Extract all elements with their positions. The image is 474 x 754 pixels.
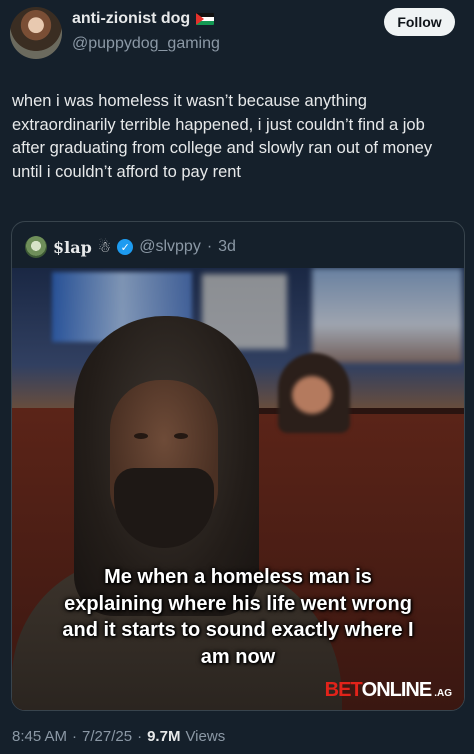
quoted-tweet-time[interactable]: 3d [218,238,236,256]
author-name-row[interactable]: anti-zionist dog [72,10,215,28]
quoted-author-avatar[interactable] [25,236,47,258]
author-name[interactable]: anti-zionist dog [72,10,190,28]
tweet-text: when i was homeless it wasn’t because an… [12,92,433,181]
watermark-online: ONLINE [361,679,433,701]
quoted-author-handle[interactable]: @slvppy [139,238,201,256]
tweet-time[interactable]: 8:45 AM [12,728,67,745]
meme-caption: Me when a homeless man is explaining whe… [62,566,414,668]
views-count[interactable]: 9.7M [147,728,180,745]
eye [134,433,148,439]
quoted-tweet-header: $lap ☃ ✓ @slvppy · 3d [25,234,236,260]
verified-badge-icon: ✓ [117,239,134,255]
separator-dot: · [72,728,78,745]
quoted-author-name[interactable]: $lap [53,238,92,257]
watermark-ag: .AG [434,688,452,699]
window-light [312,268,462,363]
booth-ledge [242,408,464,414]
views-label: Views [185,728,226,745]
background-person-face [292,376,332,414]
tweet-meta: 8:45 AM · 7/27/25 · 9.7M Views [12,728,225,745]
author-avatar[interactable] [10,7,62,59]
palestine-flag-icon [196,13,215,25]
quoted-tweet-media[interactable]: Me when a homeless man is explaining whe… [12,268,464,710]
snowman-icon: ☃ [97,239,112,256]
separator-dot: · [137,728,143,745]
betonline-watermark: BET ONLINE .AG [325,679,452,702]
quoted-tweet-card[interactable]: $lap ☃ ✓ @slvppy · 3d Me when a homeless… [11,221,465,711]
separator-dot: · [206,238,213,255]
eye [174,433,188,439]
tweet-date[interactable]: 7/27/25 [82,728,132,745]
watermark-bet: BET [324,679,363,701]
author-handle[interactable]: @puppydog_gaming [72,35,220,53]
follow-button[interactable]: Follow [384,8,455,36]
